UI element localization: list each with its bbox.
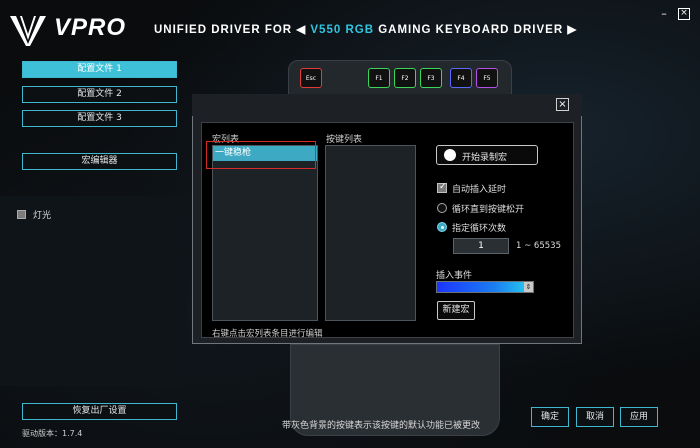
- brand-logo-text: VPRO: [54, 14, 127, 41]
- macro-list[interactable]: [212, 145, 318, 321]
- new-macro-button[interactable]: 新建宏: [437, 301, 475, 320]
- key-f2[interactable]: F2: [394, 68, 416, 88]
- driver-version: 驱动版本：1.7.4: [22, 429, 83, 438]
- profile-3-button[interactable]: 配置文件 3: [22, 110, 177, 127]
- chevron-down-icon[interactable]: ⇕: [524, 282, 533, 292]
- lighting-panel: [0, 196, 187, 386]
- minimize-button[interactable]: –: [658, 8, 670, 20]
- header-title: UNIFIED DRIVER FOR ◀ V550 RGB GAMING KEY…: [154, 22, 577, 36]
- key-list-title: 按键列表: [326, 135, 363, 145]
- title-suffix: GAMING KEYBOARD DRIVER: [378, 24, 564, 36]
- ok-button[interactable]: 确定: [531, 407, 569, 427]
- key-f4[interactable]: F4: [450, 68, 472, 88]
- profile-2-button[interactable]: 配置文件 2: [22, 86, 177, 103]
- loop-until-release-label: 循环直到按键松开: [452, 205, 525, 215]
- apply-button[interactable]: 应用: [620, 407, 658, 427]
- auto-delay-label: 自动插入延时: [452, 185, 507, 195]
- dialog-close-icon[interactable]: ×: [556, 98, 569, 111]
- insert-event-label: 插入事件: [436, 271, 473, 281]
- loop-until-release-radio[interactable]: [437, 203, 447, 213]
- edit-hint: 右键点击宏列表条目进行编辑: [212, 329, 323, 339]
- profile-1-button[interactable]: 配置文件 1: [22, 61, 177, 78]
- close-icon: ×: [678, 8, 690, 20]
- light-checkbox[interactable]: [17, 210, 26, 219]
- record-icon: [444, 149, 456, 161]
- loop-range-hint: 1 ~ 65535: [516, 241, 561, 251]
- key-f5[interactable]: F5: [476, 68, 498, 88]
- prev-model-arrow[interactable]: ◀: [296, 24, 306, 36]
- title-prefix: UNIFIED DRIVER FOR: [154, 24, 293, 36]
- cancel-button[interactable]: 取消: [576, 407, 614, 427]
- macro-editor-button[interactable]: 宏编辑器: [22, 153, 177, 170]
- key-esc[interactable]: Esc: [300, 68, 322, 88]
- key-f1[interactable]: F1: [368, 68, 390, 88]
- loop-count-radio[interactable]: [437, 222, 447, 232]
- light-label: 灯光: [33, 211, 52, 221]
- logo-icon: [10, 16, 46, 46]
- record-macro-label: 开始录制宏: [462, 153, 508, 163]
- footer-note: 带灰色背景的按键表示该按键的默认功能已被更改: [282, 421, 481, 431]
- restore-defaults-button[interactable]: 恢复出厂设置: [22, 403, 177, 420]
- title-model: V550 RGB: [310, 24, 374, 36]
- next-model-arrow[interactable]: ▶: [567, 24, 577, 36]
- close-button[interactable]: ×: [678, 8, 690, 20]
- dialog-titlebar[interactable]: [192, 94, 582, 116]
- loop-count-label: 指定循环次数: [452, 224, 507, 234]
- loop-count-input[interactable]: 1: [453, 238, 509, 254]
- selection-highlight-annotation: [206, 141, 316, 169]
- key-f3[interactable]: F3: [420, 68, 442, 88]
- insert-event-select[interactable]: [436, 281, 534, 293]
- key-list[interactable]: [325, 145, 416, 321]
- auto-delay-checkbox[interactable]: [437, 182, 447, 193]
